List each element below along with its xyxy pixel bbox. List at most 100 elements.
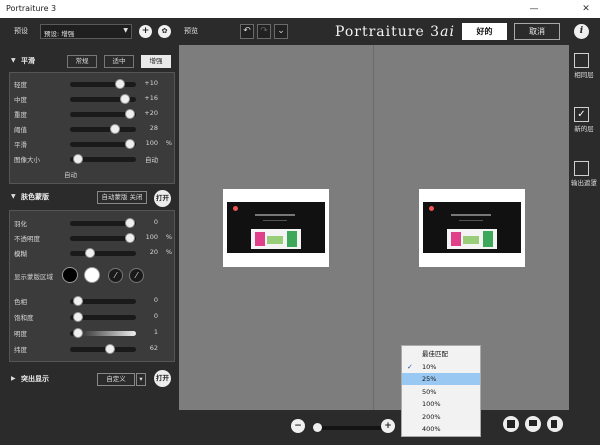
mask-1-slider[interactable] [70, 233, 136, 243]
layer-checkbox-0[interactable] [574, 53, 589, 68]
mask-2-slider[interactable] [70, 248, 136, 258]
zoom-option-label: 50% [422, 387, 437, 396]
window-title: Portraiture 3 [6, 4, 57, 13]
image-card [447, 229, 497, 249]
minus-icon: − [294, 421, 302, 431]
preview-area[interactable] [179, 45, 569, 410]
color-0-slider-knob[interactable] [72, 296, 83, 306]
smoothing-3-slider[interactable] [70, 124, 136, 134]
plus-icon: + [384, 421, 392, 431]
image-size-sub: 自动 [64, 171, 77, 179]
smoothing-0-slider-knob[interactable] [115, 79, 126, 89]
chevron-down-icon[interactable]: ▾ [136, 373, 146, 386]
preview-label: 预览 [184, 27, 198, 35]
zoom-option[interactable]: 100% [402, 398, 480, 410]
auto-mask-button[interactable]: 自动蒙版 关闭 [97, 191, 147, 204]
zoom-option[interactable]: 最佳匹配 [402, 348, 480, 360]
enhance-custom-dropdown[interactable]: 自定义 [97, 373, 135, 386]
image-size-label: 图像大小 [14, 156, 40, 164]
history-dropdown[interactable]: ⌄ [274, 24, 288, 39]
mask-0-value: 0 [153, 218, 158, 226]
zoom-out-button[interactable]: − [291, 419, 305, 433]
image-size-slider-knob[interactable] [72, 154, 83, 164]
smoothing-header[interactable]: ▼ 平滑 常规 适中 增强 [9, 54, 175, 70]
smoothing-title: 平滑 [21, 57, 35, 65]
color-2-row: 明度 1 [14, 327, 174, 339]
info-button[interactable]: i [574, 24, 589, 39]
color-1-slider-knob[interactable] [72, 312, 83, 322]
collapse-triangle-icon: ▼ [11, 193, 16, 200]
smoothing-2-slider[interactable] [70, 109, 136, 119]
mask-0-slider[interactable] [70, 218, 136, 228]
smoothing-1-slider-knob[interactable] [120, 94, 131, 104]
info-icon: i [579, 26, 584, 36]
layer-checkbox-1[interactable]: ✓ [574, 107, 589, 122]
single-view-button[interactable] [503, 416, 519, 432]
zoom-slider-knob[interactable] [313, 423, 322, 432]
mask-1-value: 100 [145, 233, 158, 241]
zoom-option[interactable]: 50% [402, 386, 480, 398]
smoothing-4-unit: % [165, 139, 172, 147]
mode-normal-button[interactable]: 常规 [67, 55, 97, 68]
color-0-label: 色相 [14, 298, 27, 306]
close-button[interactable]: ✕ [574, 2, 598, 16]
eyedropper-icon[interactable]: ⁄ [108, 268, 123, 283]
color-2-label: 明度 [14, 330, 27, 338]
zoom-slider[interactable] [313, 423, 385, 432]
split-vertical-button[interactable] [547, 416, 563, 432]
image-size-slider[interactable] [70, 154, 136, 164]
eyedropper-plus-icon[interactable]: ⁄ [129, 268, 144, 283]
preset-settings-button[interactable]: ✿ [158, 25, 171, 38]
add-preset-button[interactable]: + [139, 25, 152, 38]
mask-1-slider-knob[interactable] [124, 233, 135, 243]
preset-dropdown[interactable]: 预设: 增强 ▼ [40, 24, 132, 39]
brand-name: Portraiture 3 [335, 24, 441, 40]
color-3-slider[interactable] [70, 344, 136, 354]
layer-checkbox-2[interactable] [574, 161, 589, 176]
card-block [255, 232, 265, 246]
cancel-button[interactable]: 取消 [514, 23, 560, 40]
layer-label-1: 新的层 [574, 125, 594, 133]
minimize-button[interactable]: — [522, 2, 546, 16]
mask-color-white[interactable] [84, 267, 100, 283]
mask-2-slider-knob[interactable] [84, 248, 95, 258]
undo-button[interactable]: ↶ [240, 24, 254, 39]
card-block [451, 232, 461, 246]
enhance-toggle[interactable]: 打开 [154, 370, 171, 387]
smoothing-4-slider[interactable] [70, 139, 136, 149]
zoom-option[interactable]: 10% ✓ [402, 361, 480, 373]
zoom-in-button[interactable]: + [381, 419, 395, 433]
text-line [255, 214, 295, 216]
smoothing-2-label: 重度 [14, 111, 27, 119]
smoothing-2-value: +20 [144, 109, 158, 117]
preset-value: 预设: 增强 [44, 30, 75, 38]
card-block [267, 236, 283, 244]
mask-1-label: 不透明度 [14, 235, 40, 243]
skin-mask-header[interactable]: ▼ 肤色蒙版 自动蒙版 关闭 [9, 190, 175, 206]
redo-button[interactable]: ↷ [257, 24, 271, 39]
color-1-row: 饱和度 0 [14, 311, 174, 323]
image-size-row: 图像大小 自动 [14, 153, 174, 165]
smoothing-4-slider-knob[interactable] [124, 139, 135, 149]
skin-mask-toggle[interactable]: 打开 [154, 190, 171, 207]
mask-color-black[interactable] [62, 267, 78, 283]
color-3-slider-knob[interactable] [104, 344, 115, 354]
enhance-header[interactable]: ▶ 突出显示 自定义 ▾ [9, 372, 175, 388]
mask-0-slider-knob[interactable] [124, 218, 135, 228]
color-2-slider-knob[interactable] [72, 328, 83, 338]
mode-medium-button[interactable]: 适中 [104, 55, 134, 68]
ok-button[interactable]: 好的 [462, 23, 507, 40]
zoom-option[interactable]: 25% [402, 373, 480, 385]
smoothing-0-slider[interactable] [70, 79, 136, 89]
smoothing-1-slider[interactable] [70, 94, 136, 104]
smoothing-4-value: 100 [145, 139, 158, 147]
color-0-slider[interactable] [70, 296, 136, 306]
mode-enhance-button[interactable]: 增强 [141, 55, 171, 68]
split-vertical-icon [551, 420, 559, 428]
split-divider[interactable] [373, 45, 374, 410]
split-horizontal-button[interactable] [525, 416, 541, 432]
smoothing-2-slider-knob[interactable] [124, 109, 135, 119]
smoothing-3-slider-knob[interactable] [110, 124, 121, 134]
color-2-slider[interactable] [70, 328, 136, 338]
color-1-slider[interactable] [70, 312, 136, 322]
